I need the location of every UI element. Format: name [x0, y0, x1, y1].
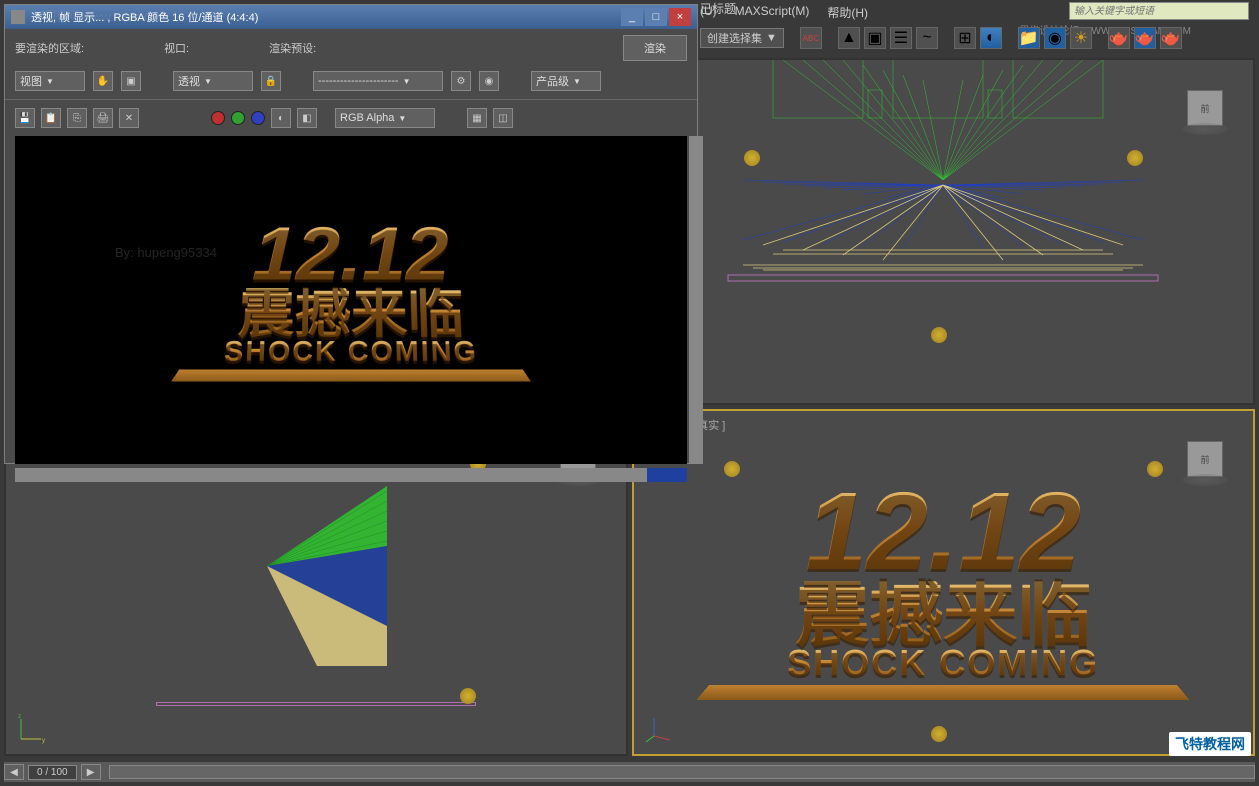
- tool-mirror-icon[interactable]: ▲: [838, 27, 860, 49]
- red-channel-button[interactable]: [211, 111, 225, 125]
- sun-gizmo-icon: [724, 461, 740, 477]
- tool-layer-icon[interactable]: ☰: [890, 27, 912, 49]
- wireframe-content: [723, 58, 1163, 310]
- tool-render-frame-icon[interactable]: ◉: [1044, 27, 1066, 49]
- overlay-icon[interactable]: ▦: [467, 108, 487, 128]
- render-output: 12.12 震撼来临 SHOCK COMING: [15, 136, 687, 464]
- rendered-3d-text: 12.12 震撼来临 SHOCK COMING: [175, 220, 528, 385]
- region-icon[interactable]: ✋: [93, 71, 113, 91]
- search-input[interactable]: [1069, 2, 1249, 20]
- text-line-3: SHOCK COMING: [176, 339, 526, 365]
- minimize-button[interactable]: _: [621, 8, 643, 26]
- tool-render-setup-icon[interactable]: 📁: [1018, 27, 1040, 49]
- axis-gizmo-icon: [644, 714, 674, 744]
- split-icon[interactable]: ◫: [493, 108, 513, 128]
- tool-schematic-icon[interactable]: ⊞: [954, 27, 976, 49]
- sun-gizmo-icon: [460, 688, 476, 704]
- render-frame-window: 透视, 帧 显示... , RGBA 颜色 16 位/通道 (4:4:4) _ …: [4, 4, 698, 464]
- clear-icon[interactable]: ✕: [119, 108, 139, 128]
- print-icon[interactable]: 🖨: [93, 108, 113, 128]
- main-toolbar: 创建选择集▼ ABC ▲ ▣ ☰ ~ ⊞ ◐ 📁 ◉ ☀ 🫖 🫖 🫖: [700, 24, 1255, 52]
- tool-abc-icon[interactable]: ABC: [800, 27, 822, 49]
- save-icon[interactable]: 💾: [15, 108, 35, 128]
- menu-maxscript[interactable]: MAXScript(M): [735, 4, 810, 21]
- frame-counter: 0 / 100: [28, 765, 77, 780]
- green-channel-button[interactable]: [231, 111, 245, 125]
- sun-gizmo-icon: [1127, 150, 1143, 166]
- tool-render-prod-icon[interactable]: 🫖: [1134, 27, 1156, 49]
- tool-curve-icon[interactable]: ~: [916, 27, 938, 49]
- svg-text:y: y: [42, 738, 45, 744]
- product-dropdown[interactable]: 产品级▼: [531, 71, 601, 91]
- selection-set-dropdown[interactable]: 创建选择集▼: [700, 28, 784, 48]
- alpha-icon[interactable]: ◐: [271, 108, 291, 128]
- title-remnant: 已标题: [700, 0, 736, 17]
- render-button[interactable]: 渲染: [623, 35, 687, 61]
- window-title: 透视, 帧 显示... , RGBA 颜色 16 位/通道 (4:4:4): [31, 9, 258, 25]
- env-icon[interactable]: ◉: [479, 71, 499, 91]
- view-dropdown[interactable]: 视图▼: [15, 71, 85, 91]
- copy-icon[interactable]: 📋: [41, 108, 61, 128]
- region-crop-icon[interactable]: ▣: [121, 71, 141, 91]
- text-line-2: 震撼来临: [178, 288, 524, 338]
- text-line-1: 12.12: [703, 482, 1183, 581]
- realistic-3d-text: 12.12 震撼来临 SHOCK COMING: [703, 482, 1183, 706]
- app-icon: [11, 10, 25, 24]
- viewport-label: 视口:: [164, 40, 189, 56]
- text-line-3: SHOCK COMING: [703, 647, 1183, 679]
- tool-quick-render-icon[interactable]: 🫖: [1160, 27, 1182, 49]
- text-line-2: 震撼来临: [703, 581, 1183, 648]
- preset-dropdown[interactable]: ----------------------▼: [313, 71, 443, 91]
- clone-icon[interactable]: ⎘: [67, 108, 87, 128]
- tool-render-icon[interactable]: 🫖: [1108, 27, 1130, 49]
- render-scrollbar-h[interactable]: [15, 468, 687, 482]
- text-line-1: 12.12: [182, 220, 520, 288]
- axis-gizmo-icon: zy: [16, 714, 46, 744]
- sun-gizmo-icon: [1147, 461, 1163, 477]
- region-label: 要渲染的区域:: [15, 40, 84, 56]
- base-outline: [156, 702, 476, 706]
- timeline-scrollbar[interactable]: [109, 765, 1255, 779]
- close-button[interactable]: ×: [669, 8, 691, 26]
- viewport-bottom-right[interactable]: [ + 0 透视 | 真实 ] 前 12.12 震撼来临 SHOCK COMIN…: [632, 409, 1256, 756]
- wireframe-content: [257, 476, 437, 676]
- viewport-top-right[interactable]: 线框 ] 前: [632, 58, 1256, 405]
- lock-icon[interactable]: 🔒: [261, 71, 281, 91]
- mono-icon[interactable]: ◧: [297, 108, 317, 128]
- preset-label: 渲染预设:: [269, 40, 316, 56]
- scrub-next-button[interactable]: ▶: [81, 764, 101, 780]
- text-base: [171, 369, 531, 381]
- alpha-dropdown[interactable]: RGB Alpha▼: [335, 108, 435, 128]
- perspective-dropdown[interactable]: 透视▼: [173, 71, 253, 91]
- sun-gizmo-icon: [931, 726, 947, 742]
- sun-gizmo-icon: [744, 150, 760, 166]
- sun-gizmo-icon: [931, 327, 947, 343]
- timeline-bar: ◀ 0 / 100 ▶: [4, 762, 1255, 782]
- menu-help[interactable]: 帮助(H): [827, 4, 868, 21]
- text-base: [697, 685, 1190, 700]
- title-bar[interactable]: 透视, 帧 显示... , RGBA 颜色 16 位/通道 (4:4:4) _ …: [5, 5, 697, 29]
- tool-light-icon[interactable]: ☀: [1070, 27, 1092, 49]
- tool-material-icon[interactable]: ◐: [980, 27, 1002, 49]
- render-setup-icon[interactable]: ⚙: [451, 71, 471, 91]
- blue-channel-button[interactable]: [251, 111, 265, 125]
- viewcube[interactable]: 前: [1187, 90, 1223, 126]
- tool-align-icon[interactable]: ▣: [864, 27, 886, 49]
- viewcube[interactable]: 前: [1187, 441, 1223, 477]
- scrub-prev-button[interactable]: ◀: [4, 764, 24, 780]
- maximize-button[interactable]: □: [645, 8, 667, 26]
- svg-text:z: z: [18, 714, 21, 720]
- site-watermark: 飞特教程网: [1169, 732, 1251, 756]
